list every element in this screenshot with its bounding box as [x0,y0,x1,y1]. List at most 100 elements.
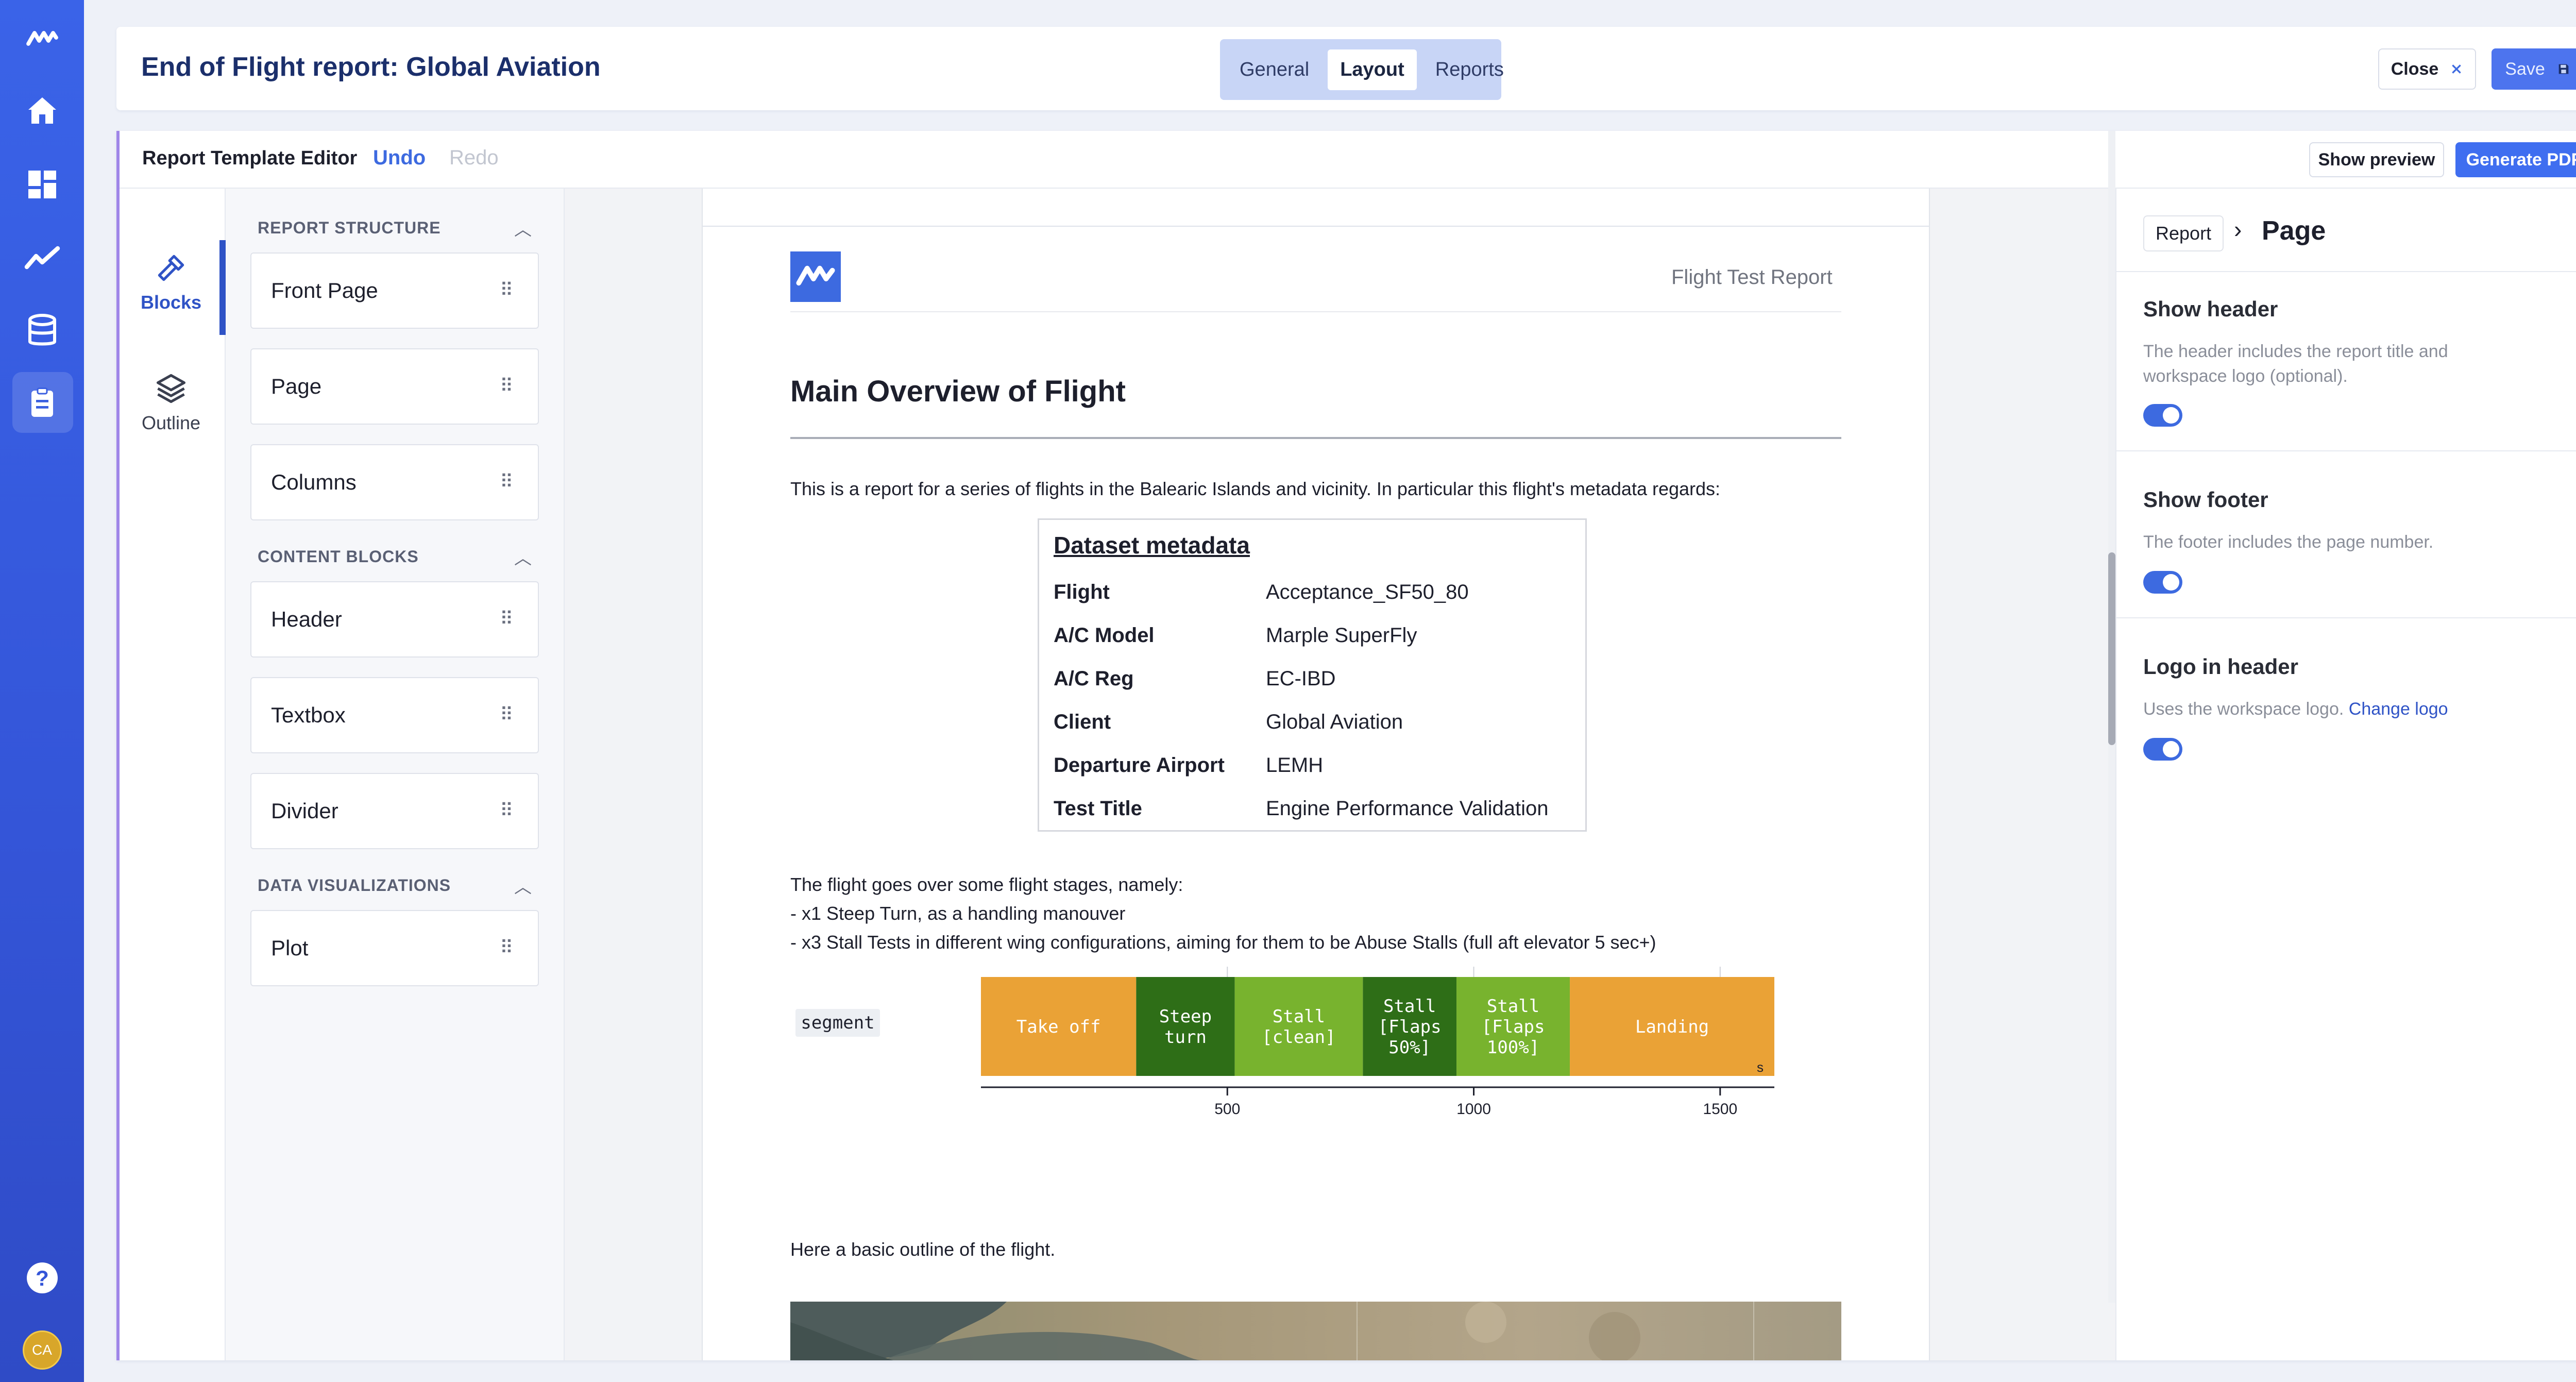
section-heading[interactable]: Main Overview of Flight [790,374,1126,409]
block-divider[interactable]: Divider ⠿ [250,773,539,849]
segment-chart[interactable]: Take off Steep turn Stall [clean] Stall [Flaps… [981,967,1816,1121]
top-bar: End of Flight report: Global Aviation Ge… [116,27,2576,110]
block-columns[interactable]: Columns ⠿ [250,444,539,520]
block-label: Textbox [271,703,346,727]
logo-in-header-desc-text: Uses the workspace logo. [2143,699,2344,719]
page-header-title: Flight Test Report [1671,266,1833,289]
tab-group: General Layout Reports [1220,39,1504,100]
report-page[interactable]: Flight Test Report Main Overview of Flig… [702,189,1930,1360]
change-logo-link[interactable]: Change logo [2349,699,2448,719]
scrollbar-thumb[interactable] [2108,552,2115,745]
metadata-title: Dataset metadata [1054,532,1250,559]
divider [2116,617,2576,618]
stages-text-line1[interactable]: The flight goes over some flight stages,… [790,874,1183,896]
undo-button[interactable]: Undo [373,146,426,170]
metadata-table[interactable]: Dataset metadata Flight Acceptance_SF50_… [1038,518,1587,832]
block-label: Header [271,607,342,631]
drag-handle-icon[interactable]: ⠿ [500,375,513,397]
tab-layout[interactable]: Layout [1328,49,1417,90]
show-header-title: Show header [2143,297,2278,321]
show-footer-title: Show footer [2143,487,2268,512]
divider [2116,271,2576,272]
drag-handle-icon[interactable]: ⠿ [500,937,513,958]
segment-series-chip: segment [795,1009,880,1037]
outline-text[interactable]: Here a basic outline of the flight. [790,1239,1055,1260]
drag-handle-icon[interactable]: ⠿ [500,800,513,821]
x-tick-label: 1500 [1703,1101,1737,1118]
drag-handle-icon[interactable]: ⠿ [500,704,513,726]
stages-text-line2[interactable]: - x1 Steep Turn, as a handling manouver [790,903,1125,924]
avatar[interactable]: CA [0,1319,84,1381]
layers-icon [156,374,186,403]
blocks-panel: REPORT STRUCTURE ︿ Front Page ⠿ Page ⠿ C… [226,189,565,1360]
block-textbox[interactable]: Textbox ⠿ [250,677,539,753]
help-icon[interactable]: ? [0,1247,84,1309]
chevron-up-icon[interactable]: ︿ [514,873,532,898]
tab-general[interactable]: General [1227,49,1321,90]
show-header-toggle[interactable] [2143,404,2182,427]
hammer-icon [158,255,184,281]
editor-side-nav: Blocks Outline [120,189,226,1360]
dashboard-icon[interactable] [0,154,84,215]
header-divider [790,311,1841,312]
block-label: Plot [271,936,309,960]
editor-title: Report Template Editor [142,147,358,169]
generate-pdf-button[interactable]: Generate PDF [2455,142,2576,177]
close-icon [2452,64,2462,74]
save-button[interactable]: Save [2492,48,2576,90]
redo-button[interactable]: Redo [449,146,499,170]
block-header[interactable]: Header ⠿ [250,581,539,658]
show-footer-toggle[interactable] [2143,571,2182,594]
segment-label: Steep turn [1159,1006,1212,1048]
metadata-value: LEMH [1266,754,1324,777]
drag-handle-icon[interactable]: ⠿ [500,279,513,301]
block-label: Front Page [271,278,378,302]
stages-text-line3[interactable]: - x3 Stall Tests in different wing confi… [790,932,1656,953]
home-icon[interactable] [0,80,84,142]
block-front-page[interactable]: Front Page ⠿ [250,252,539,329]
drag-handle-icon[interactable]: ⠿ [500,608,513,630]
segment-label: Take off [1016,1017,1101,1037]
breadcrumb-report[interactable]: Report [2143,215,2224,251]
metadata-key: Test Title [1054,797,1142,820]
segment-label: Stall [Flaps 100%] [1482,996,1545,1058]
block-page[interactable]: Page ⠿ [250,348,539,425]
show-preview-button[interactable]: Show preview [2309,142,2444,177]
tab-reports[interactable]: Reports [1423,49,1516,90]
metadata-key: Departure Airport [1054,754,1225,777]
metadata-value: Acceptance_SF50_80 [1266,581,1469,603]
logo-in-header-desc: Uses the workspace logo. Change logo [2143,697,2535,721]
app-rail: ? CA [0,0,84,1382]
marple-logo-icon[interactable] [0,8,84,70]
metadata-key: Flight [1054,581,1110,603]
avatar-initials: CA [22,1330,62,1370]
x-tick-label: 500 [1214,1101,1240,1118]
block-label: Columns [271,470,357,494]
reports-icon[interactable] [0,372,84,434]
divider [2116,450,2576,451]
segment-label: Stall [clean] [1262,1006,1335,1048]
close-button[interactable]: Close [2378,48,2476,90]
tab-blocks-label: Blocks [140,292,202,313]
drag-handle-icon[interactable]: ⠿ [500,471,513,493]
tab-outline-label: Outline [141,412,201,433]
analytics-icon[interactable] [0,227,84,289]
tab-outline[interactable]: Outline [120,371,223,434]
intro-text[interactable]: This is a report for a series of flights… [790,478,1720,500]
show-footer-desc: The footer includes the page number. [2143,532,2434,552]
flight-map-image[interactable] [790,1302,1841,1360]
section-data-visualizations: DATA VISUALIZATIONS [258,876,451,895]
tab-blocks[interactable]: Blocks [120,250,223,313]
chevron-up-icon[interactable]: ︿ [514,215,532,241]
block-plot[interactable]: Plot ⠿ [250,910,539,986]
x-unit-label: s [1757,1059,1764,1075]
database-icon[interactable] [0,300,84,362]
page-title: End of Flight report: Global Aviation [141,52,601,82]
chevron-right-icon: › [2234,216,2242,243]
report-canvas[interactable]: Flight Test Report Main Overview of Flig… [565,189,2115,1360]
chevron-up-icon[interactable]: ︿ [514,544,532,569]
editor-toolbar: Report Template Editor Undo Redo Show pr… [120,131,2576,189]
breadcrumb-current: Page [2262,216,2326,246]
metadata-key: A/C Reg [1054,667,1134,690]
logo-in-header-toggle[interactable] [2143,738,2182,761]
